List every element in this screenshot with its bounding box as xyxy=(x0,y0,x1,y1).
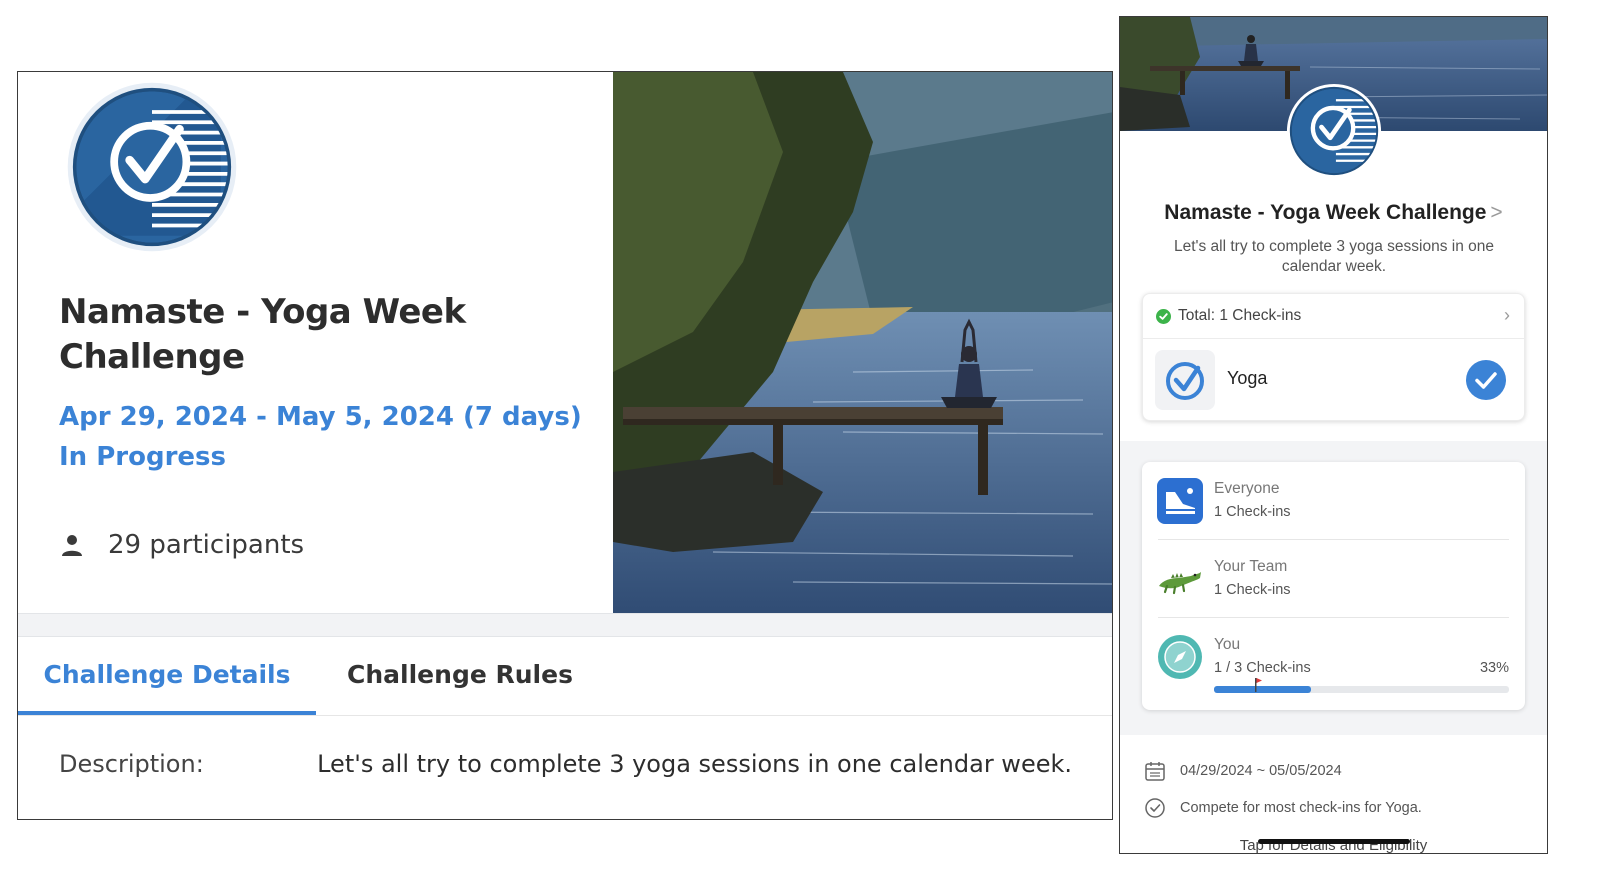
leaderboard-card: Everyone 1 Check-ins Your Team 1 Check-i… xyxy=(1142,462,1525,710)
chevron-right-icon: > xyxy=(1490,201,1503,224)
challenge-tabs: Challenge Details Challenge Rules xyxy=(18,635,1112,716)
total-checkins-label: Total: 1 Check-ins xyxy=(1178,307,1302,324)
date-range-text: 04/29/2024 ~ 05/05/2024 xyxy=(1180,763,1342,779)
leaderboard-name: Everyone xyxy=(1214,480,1280,497)
person-icon xyxy=(62,535,82,556)
mobile-challenge-screen: Namaste - Yoga Week Challenge > Let's all… xyxy=(1119,16,1548,854)
challenge-title: Namaste - Yoga Week Challenge xyxy=(59,292,466,377)
total-checkins-row[interactable]: Total: 1 Check-ins › xyxy=(1143,294,1524,339)
yoga-activity-tile xyxy=(1155,350,1215,410)
participants-label: 29 participants xyxy=(108,530,305,560)
challenge-dates: Apr 29, 2024 - May 5, 2024 (7 days) xyxy=(59,402,582,432)
chevron-right-icon: › xyxy=(1504,305,1510,325)
progress-fill xyxy=(1214,686,1312,693)
calendar-icon xyxy=(1145,762,1165,781)
progress-percent: 33% xyxy=(1479,660,1509,676)
tab-challenge-rules[interactable]: Challenge Rules xyxy=(316,635,604,715)
checked-icon[interactable] xyxy=(1466,360,1506,400)
success-check-icon xyxy=(1156,308,1171,324)
desktop-challenge-card: Namaste - Yoga Week Challenge Apr 29, 20… xyxy=(17,71,1113,820)
rule-text: Compete for most check-ins for Yoga. xyxy=(1180,800,1422,816)
description-value: Let's all try to complete 3 yoga session… xyxy=(317,750,1072,778)
activity-label: Yoga xyxy=(1227,368,1268,388)
leaderboard-count: 1 Check-ins xyxy=(1214,582,1291,598)
leaderboard-count: 1 / 3 Check-ins xyxy=(1214,660,1311,676)
challenge-subtitle: Let's all try to complete 3 yoga session… xyxy=(1173,238,1495,275)
rule-row: Compete for most check-ins for Yoga. xyxy=(1144,797,1422,819)
check-circle-icon xyxy=(1166,362,1204,400)
lake-yoga-photo xyxy=(613,72,1112,613)
date-range-row: 04/29/2024 ~ 05/05/2024 xyxy=(1144,760,1342,782)
crocodile-icon xyxy=(1159,572,1201,595)
description-label: Description: xyxy=(59,750,204,778)
shoe-icon xyxy=(1157,478,1203,524)
home-indicator xyxy=(1258,839,1410,844)
compass-icon xyxy=(1158,635,1202,679)
challenge-badge-icon xyxy=(1286,83,1382,179)
tab-challenge-details[interactable]: Challenge Details xyxy=(18,635,316,715)
challenge-badge-icon xyxy=(67,82,237,252)
leaderboard-name: You xyxy=(1214,636,1241,653)
leaderboard-row-you[interactable]: You 1 / 3 Check-ins 33% xyxy=(1142,618,1525,710)
section-divider xyxy=(18,613,1112,637)
leaderboard-row-team[interactable]: Your Team 1 Check-ins xyxy=(1142,540,1525,618)
flag-icon xyxy=(1255,678,1262,692)
challenge-status: In Progress xyxy=(59,442,226,472)
checkin-card: Total: 1 Check-ins › Yoga xyxy=(1142,293,1525,421)
participants-count[interactable]: 29 participants xyxy=(60,530,304,560)
challenge-title-text: Namaste - Yoga Week Challenge xyxy=(1164,201,1487,224)
challenge-summary: Namaste - Yoga Week Challenge Apr 29, 20… xyxy=(18,72,613,613)
leaderboard-count: 1 Check-ins xyxy=(1214,504,1291,520)
challenge-title[interactable]: Namaste - Yoga Week Challenge > xyxy=(1120,201,1547,225)
activity-row-yoga[interactable]: Yoga xyxy=(1143,338,1524,422)
check-circle-icon xyxy=(1145,798,1165,818)
leaderboard-name: Your Team xyxy=(1214,558,1288,575)
leaderboard-row-everyone[interactable]: Everyone 1 Check-ins xyxy=(1142,462,1525,540)
